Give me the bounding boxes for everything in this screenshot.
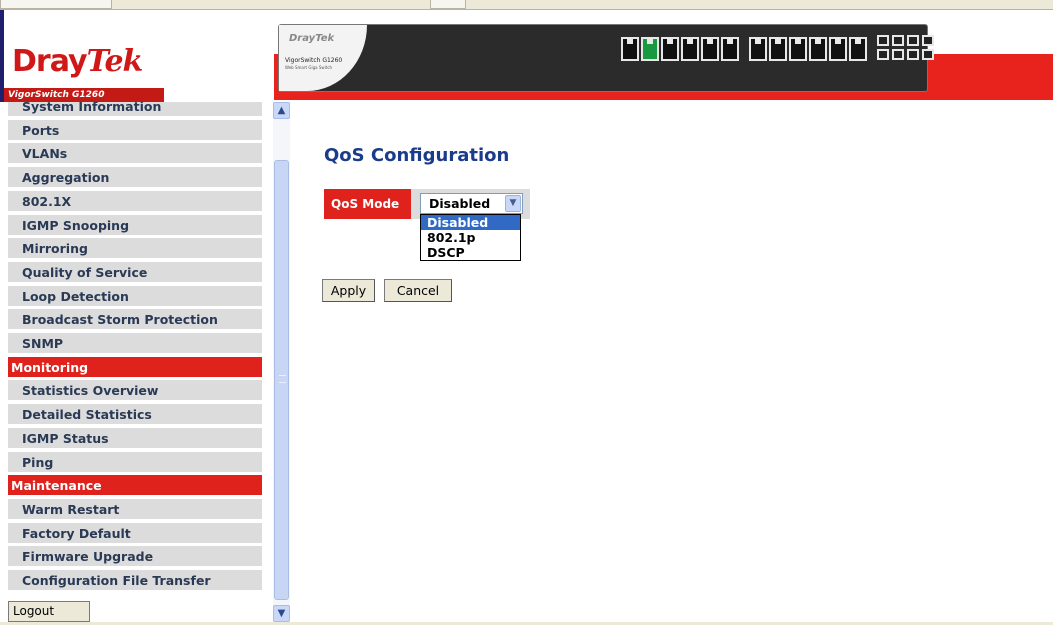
sidebar-item[interactable]: Configuration File Transfer — [8, 570, 262, 591]
qos-mode-dropdown-list: Disabled 802.1p DSCP — [420, 214, 521, 261]
sidebar-item[interactable]: Aggregation — [8, 167, 262, 189]
draytek-logo: DrayTek — [12, 44, 143, 79]
sidebar-item[interactable]: SNMP — [8, 333, 262, 354]
browser-tab[interactable] — [430, 0, 466, 9]
browser-chrome — [0, 0, 1053, 10]
header: DrayTek VigorSwitch G1260 DrayTek VigorS… — [0, 10, 1053, 102]
sfp-icon — [877, 35, 889, 46]
apply-button[interactable]: Apply — [322, 279, 375, 302]
sidebar-item[interactable]: Ports — [8, 119, 262, 141]
dropdown-option[interactable]: 802.1p — [421, 230, 520, 245]
panel-brand: DrayTek — [289, 33, 335, 44]
panel-subtitle: Web Smart Giga Switch — [285, 65, 333, 70]
port-icon — [621, 37, 639, 61]
scroll-down-icon[interactable]: ▼ — [273, 605, 290, 622]
sidebar-item[interactable]: IGMP Status — [8, 427, 262, 449]
sfp-icon — [892, 35, 904, 46]
sfp-icon — [877, 49, 889, 60]
sidebar-item[interactable]: System Information — [8, 102, 262, 117]
page-title: QoS Configuration — [324, 145, 510, 166]
port-icon — [769, 37, 787, 61]
port-icon — [721, 37, 739, 61]
sidebar-item[interactable]: Factory Default — [8, 522, 262, 544]
sfp-icon — [907, 35, 919, 46]
sidebar-item[interactable]: IGMP Snooping — [8, 214, 262, 236]
sidebar-item[interactable]: Mirroring — [8, 238, 262, 260]
sfp-ports — [877, 35, 934, 60]
port-icon — [749, 37, 767, 61]
dropdown-option[interactable]: DSCP — [421, 245, 520, 260]
qos-mode-selected-value: Disabled — [429, 196, 491, 211]
port-icon — [641, 37, 659, 61]
sidebar-menu: Configuration File Transfer Firmware Upgr… — [8, 102, 262, 622]
sidebar-section-header: Monitoring — [8, 356, 262, 378]
sidebar-item[interactable]: Loop Detection — [8, 285, 262, 307]
port-icon — [849, 37, 867, 61]
port-icon — [661, 37, 679, 61]
chevron-down-icon[interactable]: ▼ — [505, 195, 521, 212]
grip-icon — [279, 375, 286, 383]
port-group-1 — [621, 37, 739, 61]
panel-plate: DrayTek VigorSwitch G1260 Web Smart Giga… — [279, 25, 367, 91]
sidebar-section-header: Maintenance — [8, 475, 262, 497]
port-icon — [829, 37, 847, 61]
browser-tab[interactable] — [0, 0, 112, 9]
cancel-button[interactable]: Cancel — [384, 279, 452, 302]
port-icon — [681, 37, 699, 61]
port-group-2 — [749, 37, 867, 61]
sidebar-item[interactable]: 802.1X — [8, 190, 262, 212]
dropdown-option[interactable]: Disabled — [421, 215, 520, 230]
sidebar-item[interactable]: Statistics Overview — [8, 380, 262, 402]
qos-mode-select[interactable]: Disabled ▼ — [420, 193, 523, 214]
model-label: VigorSwitch G1260 — [4, 88, 164, 102]
port-icon — [701, 37, 719, 61]
sfp-icon — [892, 49, 904, 60]
sidebar-item[interactable]: Firmware Upgrade — [8, 546, 262, 568]
port-icon — [789, 37, 807, 61]
logo-area: DrayTek VigorSwitch G1260 — [4, 10, 274, 102]
port-icon — [809, 37, 827, 61]
sidebar-scrollbar[interactable]: ▲ ▼ — [273, 102, 290, 622]
scrollbar-thumb[interactable] — [274, 160, 289, 600]
switch-front-panel-image: DrayTek VigorSwitch G1260 Web Smart Giga… — [278, 24, 934, 92]
sidebar-item[interactable]: Warm Restart — [8, 498, 262, 520]
panel-model: VigorSwitch G1260 — [285, 57, 343, 64]
logout-button[interactable]: Logout — [8, 601, 90, 622]
sfp-icon — [922, 49, 934, 60]
sidebar-item[interactable]: Quality of Service — [8, 261, 262, 283]
sidebar-item[interactable]: Broadcast Storm Protection — [8, 309, 262, 331]
qos-mode-label: QoS Mode — [324, 189, 411, 219]
sidebar-item[interactable]: Detailed Statistics — [8, 404, 262, 426]
sfp-icon — [907, 49, 919, 60]
sidebar-item[interactable]: VLANs — [8, 143, 262, 165]
scroll-up-icon[interactable]: ▲ — [273, 102, 290, 119]
sfp-icon — [922, 35, 934, 46]
sidebar-item[interactable]: Ping — [8, 451, 262, 473]
